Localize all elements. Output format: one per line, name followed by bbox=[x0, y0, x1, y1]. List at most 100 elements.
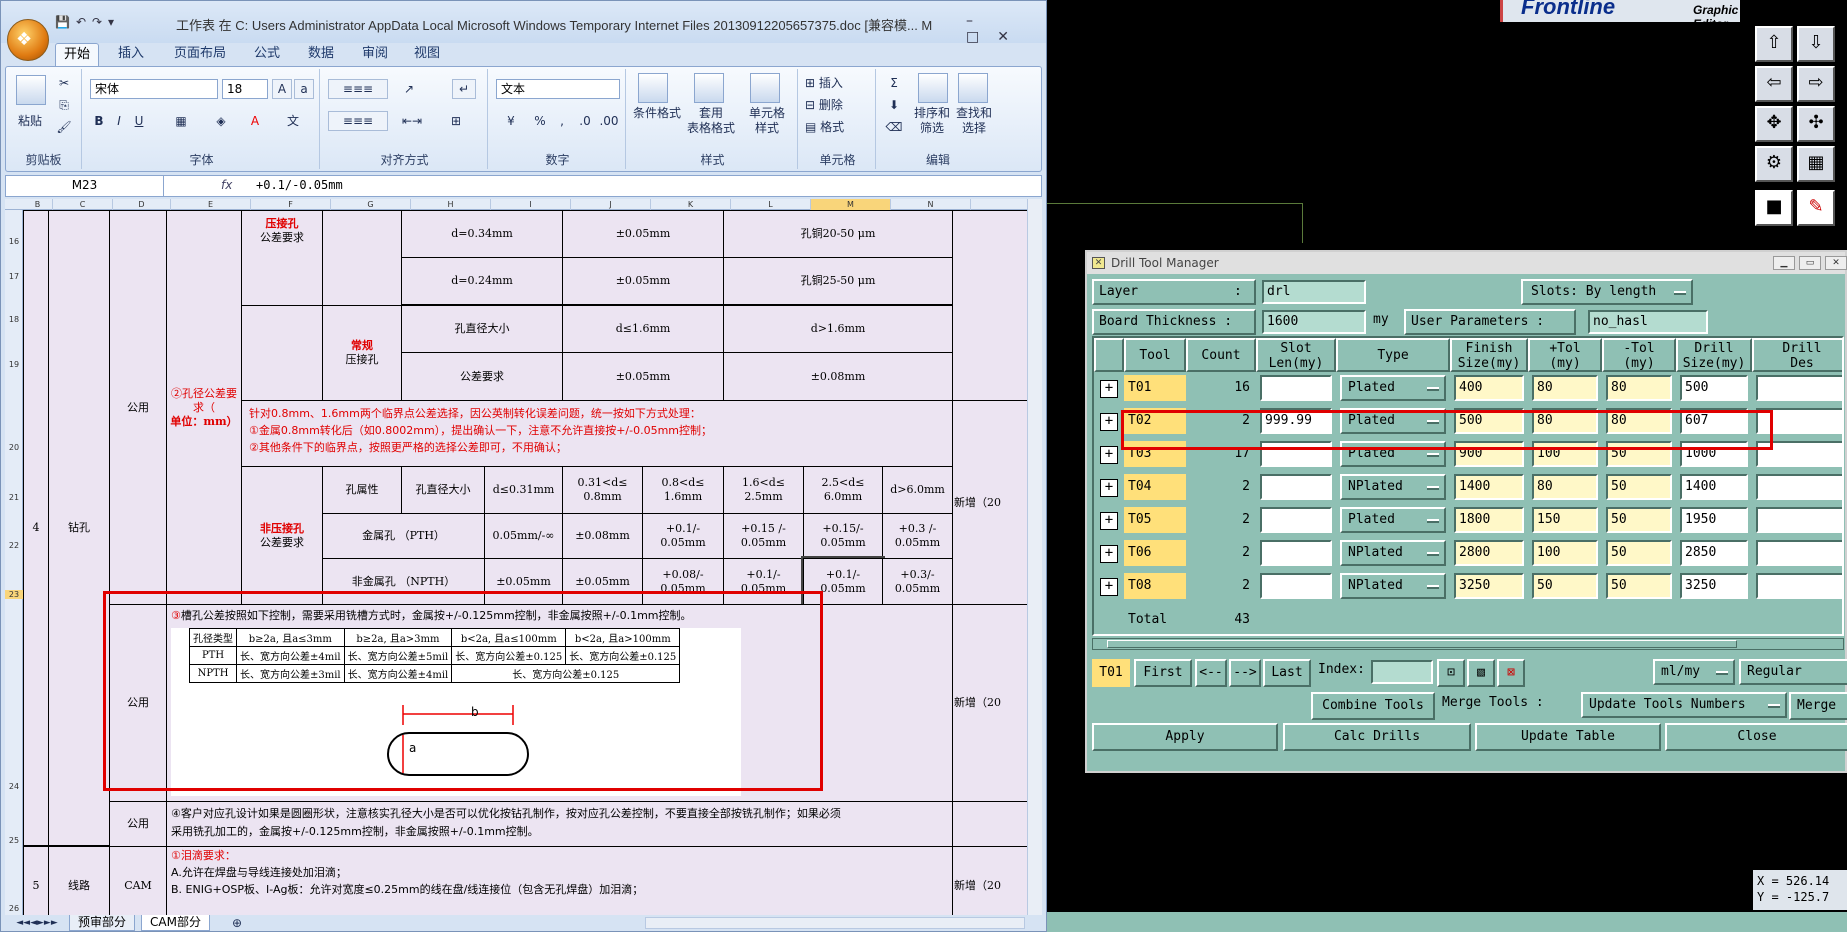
copy-icon[interactable]: ⎘ bbox=[54, 95, 74, 115]
row-header[interactable]: 19 bbox=[5, 360, 23, 369]
font-name-select[interactable]: 宋体 bbox=[90, 79, 218, 99]
finish-size-input[interactable]: 1400 bbox=[1454, 474, 1524, 500]
cell-empty[interactable] bbox=[241, 305, 323, 401]
italic-icon[interactable]: I bbox=[110, 111, 128, 131]
finish-size-input[interactable]: 3250 bbox=[1454, 573, 1524, 599]
cut-icon[interactable]: ✂ bbox=[54, 73, 74, 93]
drill-des-input[interactable] bbox=[1756, 573, 1842, 599]
row-header[interactable]: 23 bbox=[5, 590, 23, 599]
close-button[interactable]: Close bbox=[1665, 723, 1847, 751]
slot-len-input[interactable] bbox=[1260, 540, 1332, 566]
cell-c6[interactable]: d>6.0mm bbox=[882, 466, 953, 514]
cell-new[interactable]: 新增（20 bbox=[952, 400, 1027, 605]
sort-filter-button[interactable]: 排序和 筛选 bbox=[910, 105, 954, 141]
cell-empty[interactable] bbox=[952, 801, 1027, 847]
worksheet-grid[interactable]: 4 钻孔 公用 ②孔径公差要求（ 单位：mm） 压接孔 公差要求 d=0.34m… bbox=[23, 210, 1027, 915]
cell-non-press[interactable]: 非压接孔 公差要求 bbox=[241, 466, 323, 605]
type-dropdown[interactable]: NPlated bbox=[1340, 474, 1446, 500]
table-format-button[interactable]: 套用 表格格式 bbox=[684, 105, 738, 141]
col-header[interactable]: F bbox=[251, 199, 331, 210]
finish-size-input[interactable]: 2800 bbox=[1454, 540, 1524, 566]
last-button[interactable]: Last bbox=[1263, 659, 1311, 687]
finish-size-input[interactable]: 1800 bbox=[1454, 507, 1524, 533]
cell-cu[interactable]: 孔铜20-50 μm bbox=[723, 210, 953, 258]
cell-press-fit[interactable]: 压接孔 公差要求 bbox=[241, 210, 323, 306]
zoom-icon[interactable]: ⊡ bbox=[1437, 659, 1465, 687]
col-header[interactable]: K bbox=[651, 199, 731, 210]
minus-tol-input[interactable]: 50 bbox=[1606, 507, 1672, 533]
row-header[interactable]: 16 bbox=[5, 237, 23, 246]
tool-row[interactable]: + T08 2 NPlated 3250 50 50 3250 bbox=[1094, 570, 1842, 603]
tab-formulas[interactable]: 公式 bbox=[247, 43, 287, 67]
cell-style-icon[interactable] bbox=[750, 73, 780, 103]
minus-tol-input[interactable]: 50 bbox=[1606, 474, 1672, 500]
cell-p5[interactable]: +0.15/- 0.05mm bbox=[803, 513, 883, 559]
cell-num[interactable]: 5 bbox=[23, 846, 49, 915]
cell-hole-size2[interactable]: 孔直径大小 bbox=[401, 466, 485, 514]
tool-icon[interactable]: ⚙ bbox=[1755, 146, 1793, 182]
arrow-up-icon[interactable]: ⇧ bbox=[1755, 26, 1793, 62]
vertical-scrollbar[interactable] bbox=[1027, 199, 1042, 915]
row-header[interactable]: 24 bbox=[5, 782, 23, 791]
expand-icon[interactable]: + bbox=[1100, 578, 1118, 596]
next-button[interactable]: --> bbox=[1229, 659, 1261, 687]
delete-cells-button[interactable]: ⊟ 删除 bbox=[804, 95, 870, 115]
indent-icon[interactable]: ⇤⇥ bbox=[392, 111, 432, 131]
percent-icon[interactable]: % bbox=[530, 111, 550, 131]
cell-d024[interactable]: d=0.24mm bbox=[401, 257, 563, 305]
cell-tol[interactable]: ±0.05mm bbox=[562, 210, 724, 258]
tool-row[interactable]: + T01 16 Plated 400 80 80 500 bbox=[1094, 372, 1842, 405]
row-header[interactable]: 17 bbox=[5, 272, 23, 281]
cell-empty[interactable] bbox=[322, 210, 402, 306]
layer-input[interactable]: drl bbox=[1262, 280, 1366, 304]
drill-des-input[interactable] bbox=[1756, 540, 1842, 566]
expand-icon[interactable]: + bbox=[1100, 413, 1118, 431]
cell-normal[interactable]: 常规 压接孔 bbox=[322, 305, 402, 401]
cell-hole-prop[interactable]: 孔属性 bbox=[322, 466, 402, 514]
arrow-right-icon[interactable]: ⇨ bbox=[1797, 66, 1835, 102]
select-icon[interactable]: ■ bbox=[1755, 190, 1793, 226]
conditional-format-icon[interactable] bbox=[638, 73, 668, 103]
grid-icon[interactable]: ▦ bbox=[1797, 146, 1835, 182]
cell-hole-size[interactable]: 孔直径大小 bbox=[401, 305, 563, 353]
update-table-button[interactable]: Update Table bbox=[1475, 723, 1661, 751]
maximize-icon[interactable]: ▭ bbox=[1799, 256, 1821, 270]
type-dropdown[interactable]: NPlated bbox=[1340, 573, 1446, 599]
quick-access-toolbar[interactable]: 💾↶↷▾ bbox=[55, 15, 120, 35]
tool-row[interactable]: + T04 2 NPlated 1400 80 50 1400 bbox=[1094, 471, 1842, 504]
col-header[interactable]: E bbox=[171, 199, 251, 210]
find-select-button[interactable]: 查找和 选择 bbox=[952, 105, 996, 141]
cell-pth[interactable]: 金属孔 （PTH） bbox=[322, 513, 485, 559]
currency-icon[interactable]: ¥ bbox=[496, 111, 526, 131]
type-dropdown[interactable]: Plated bbox=[1340, 507, 1446, 533]
tab-page-layout[interactable]: 页面布局 bbox=[165, 43, 235, 67]
cell-tol[interactable]: ±0.08mm bbox=[723, 352, 953, 401]
minus-tol-input[interactable]: 50 bbox=[1606, 540, 1672, 566]
drill-size-input[interactable]: 2850 bbox=[1680, 540, 1748, 566]
row-header[interactable]: 22 bbox=[5, 541, 23, 550]
row-header[interactable]: 20 bbox=[5, 443, 23, 452]
cell-cu[interactable]: 孔铜25-50 μm bbox=[723, 257, 953, 305]
format-painter-icon[interactable]: 🖌 bbox=[54, 117, 74, 137]
cell-num[interactable]: 4 bbox=[23, 210, 49, 846]
cell-c3[interactable]: 0.8<d≤ 1.6mm bbox=[642, 466, 724, 514]
apply-button[interactable]: Apply bbox=[1092, 723, 1278, 751]
cell-new[interactable]: 新增（20 bbox=[952, 846, 1027, 915]
cell-public[interactable]: 公用 bbox=[109, 801, 167, 847]
plus-tol-input[interactable]: 80 bbox=[1532, 375, 1598, 401]
mode-dropdown[interactable]: Regular bbox=[1739, 659, 1847, 685]
tab-insert[interactable]: 插入 bbox=[111, 43, 151, 67]
fx-icon[interactable]: fx bbox=[221, 176, 232, 195]
border-icon[interactable]: ▦ bbox=[168, 111, 194, 131]
first-button[interactable]: First bbox=[1134, 659, 1192, 687]
font-color-icon[interactable]: A bbox=[242, 111, 268, 131]
sheet-tab-active[interactable]: CAM部分 bbox=[141, 915, 210, 931]
expand-icon[interactable]: + bbox=[1100, 479, 1118, 497]
insert-cells-button[interactable]: ⊞ 插入 bbox=[804, 73, 870, 93]
cell-new[interactable]: 新增（20 bbox=[952, 604, 1027, 802]
expand-icon[interactable]: + bbox=[1100, 545, 1118, 563]
cell-c2[interactable]: 0.31<d≤ 0.8mm bbox=[562, 466, 643, 514]
autosum-icon[interactable]: Σ bbox=[882, 73, 906, 93]
col-header[interactable]: L bbox=[731, 199, 811, 210]
row-header[interactable]: 18 bbox=[5, 315, 23, 324]
